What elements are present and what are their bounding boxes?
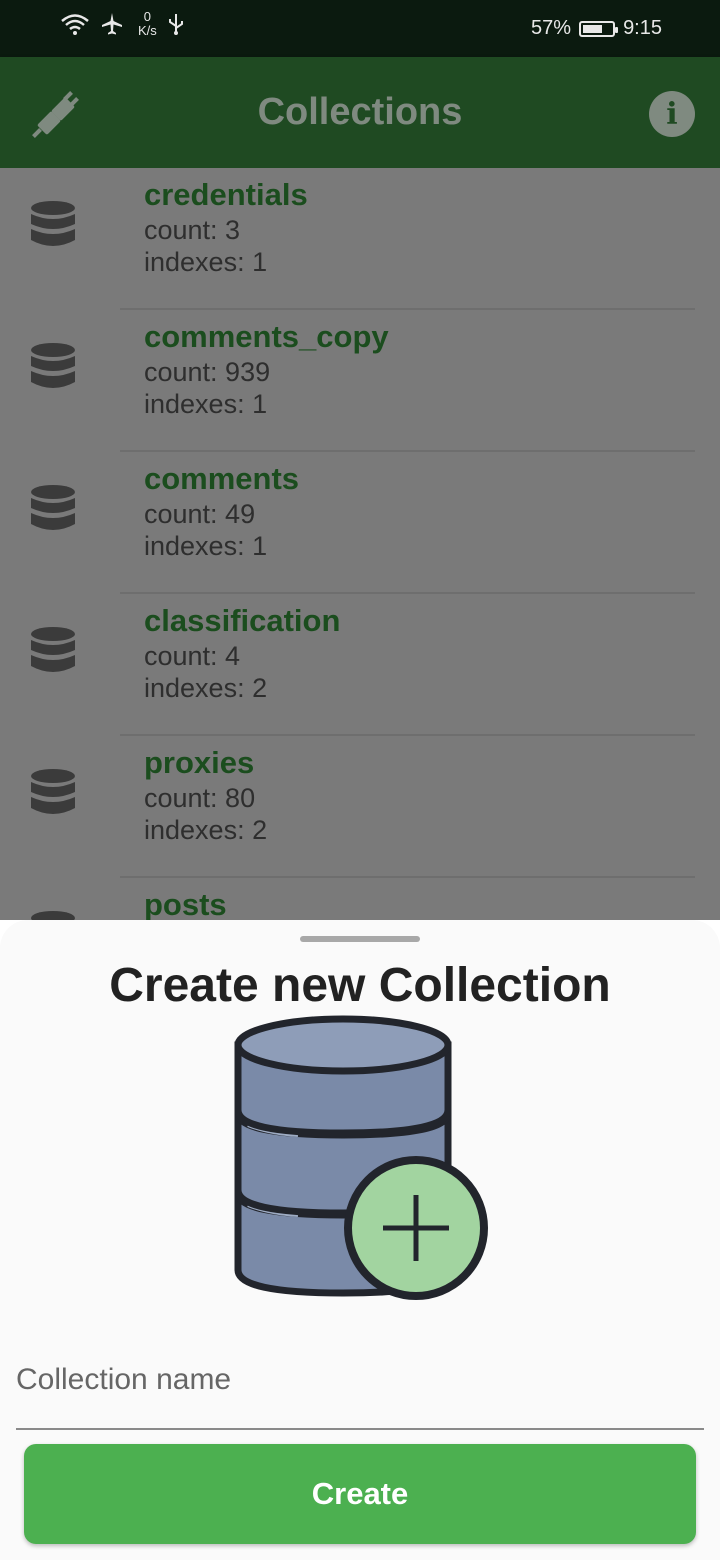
status-icons-left: 0 K/s [60,10,185,38]
collection-name: credentials [144,177,308,212]
net-speed-value: 0 [143,9,152,24]
info-icon[interactable]: i [649,91,695,137]
net-speed: 0 K/s [138,10,157,38]
collection-count: count: 49 [144,499,256,529]
collection-indexes: indexes: 2 [144,815,268,845]
sheet-title: Create new Collection [109,959,611,1012]
list-item[interactable]: comments_copy count: 939 indexes: 1 [0,310,720,452]
app-bar: Collections i [0,57,720,168]
database-icon [31,627,75,672]
database-icon [31,343,75,388]
collection-count: count: 4 [144,641,241,671]
collection-indexes: indexes: 1 [144,531,268,561]
database-icon [31,201,75,246]
drag-handle[interactable] [300,936,420,942]
collection-name: comments_copy [144,319,389,354]
list-item[interactable]: classification count: 4 indexes: 2 [0,594,720,736]
battery-percent: 57% [531,17,572,39]
database-add-icon [234,1015,488,1300]
collection-name: classification [144,603,341,638]
collection-name: posts [144,887,227,920]
create-button[interactable]: Create [24,1444,696,1544]
list-item[interactable]: proxies count: 80 indexes: 2 [0,736,720,878]
status-icons-right: 57% 9:15 [531,0,662,57]
collection-indexes: indexes: 2 [144,673,268,703]
usb-icon [168,14,183,35]
create-collection-sheet: Create new Collection Create [0,920,720,1560]
page-title: Collections [257,91,463,133]
database-icon [31,769,75,814]
database-icon [31,485,75,530]
collection-indexes: indexes: 1 [144,247,268,277]
collection-count: count: 80 [144,783,256,813]
status-bar: 0 K/s 57% 9:15 [0,0,720,57]
list-item[interactable]: posts [0,878,720,920]
collection-name: comments [144,461,300,496]
wifi-icon [61,14,89,35]
collection-name-field[interactable] [16,1350,704,1430]
collection-count: count: 3 [144,215,241,245]
collection-indexes: indexes: 1 [144,389,268,419]
clock: 9:15 [623,17,662,39]
net-speed-unit: K/s [138,23,157,38]
database-icon [31,911,75,920]
collection-name-input[interactable] [16,1350,704,1410]
battery-icon [579,20,619,37]
list-item[interactable]: comments count: 49 indexes: 1 [0,452,720,594]
collection-list: credentials count: 3 indexes: 1 comments… [0,168,720,920]
collection-name: proxies [144,745,255,780]
airplane-icon [102,13,122,35]
list-item[interactable]: credentials count: 3 indexes: 1 [0,168,720,310]
collection-count: count: 939 [144,357,271,387]
